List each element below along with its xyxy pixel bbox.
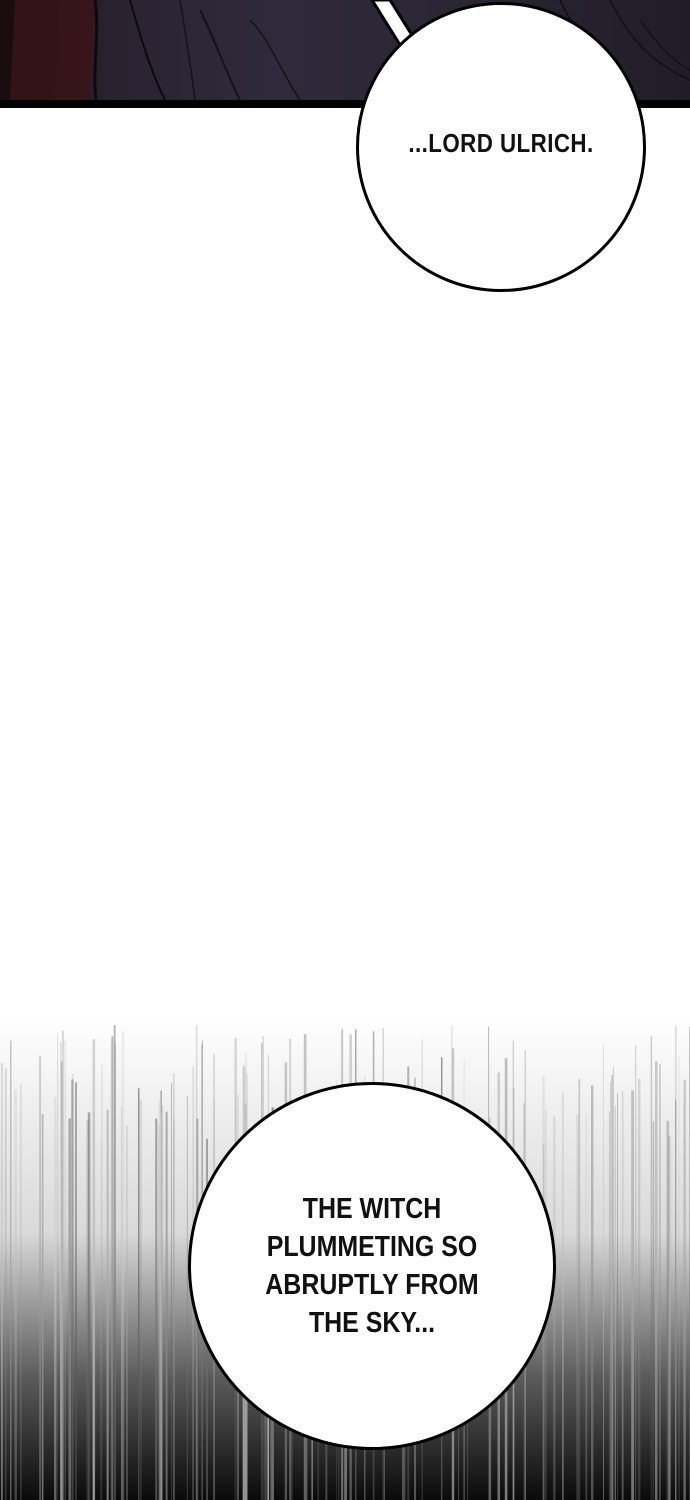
speech-line-3: ABRUPTLY FROM [265, 1269, 479, 1301]
speed-line [4, 1068, 7, 1500]
speed-line [162, 1105, 164, 1500]
speed-line [655, 1061, 658, 1500]
speed-line [585, 1115, 588, 1500]
speed-line [64, 1041, 66, 1500]
speed-line [20, 1084, 22, 1500]
speed-line [140, 1099, 142, 1500]
speed-line [155, 1118, 158, 1500]
speed-line [138, 1088, 140, 1500]
speed-line [603, 1045, 604, 1500]
speed-line [54, 1097, 57, 1500]
speed-line [114, 1042, 116, 1500]
speed-line [165, 1111, 168, 1500]
speed-line [614, 1105, 616, 1500]
speed-line [106, 1109, 109, 1500]
speed-line [562, 1092, 564, 1500]
comic-page: ...LORD ULRICH. THE WITCH PLUMMETING SO … [0, 0, 690, 1500]
speed-line [678, 1056, 680, 1500]
speed-line [87, 1112, 91, 1500]
speed-line [631, 1090, 634, 1500]
speed-line [635, 1045, 637, 1500]
speed-line [610, 1081, 612, 1500]
speech-line-1: THE WITCH [302, 1193, 442, 1225]
speed-line [659, 1064, 661, 1500]
speed-line [14, 1089, 17, 1500]
speed-line [57, 1033, 59, 1500]
speed-line [675, 1025, 677, 1500]
speed-line [683, 1104, 685, 1500]
speed-line [60, 1061, 63, 1500]
speed-line [100, 1141, 102, 1500]
speed-line [171, 1083, 172, 1500]
speed-line [637, 1079, 641, 1500]
speed-line [41, 1114, 44, 1500]
speed-line [621, 1091, 624, 1500]
speed-line [666, 1120, 670, 1500]
speed-line [617, 1093, 618, 1500]
speed-line [650, 1035, 653, 1500]
speed-line [71, 1079, 74, 1500]
speed-line [173, 1118, 175, 1500]
speed-line [126, 1125, 128, 1500]
speed-line [608, 1111, 610, 1500]
speech-text-top: ...LORD ULRICH. [408, 128, 594, 158]
speed-line [110, 1041, 113, 1500]
speed-line [1, 1062, 3, 1500]
speed-line [68, 1118, 71, 1500]
speed-line [158, 1100, 162, 1500]
speed-line [121, 1105, 123, 1500]
speed-line [591, 1085, 594, 1500]
speed-line [75, 1082, 77, 1500]
speed-line [101, 1064, 103, 1500]
speed-line [576, 1114, 579, 1500]
speed-line [578, 1079, 581, 1500]
speed-line [652, 1121, 655, 1500]
speed-line [10, 1040, 12, 1500]
speed-line [92, 1039, 96, 1500]
speech-line-4: THE SKY... [308, 1307, 436, 1339]
speed-line [612, 1066, 614, 1500]
speech-line-2: PLUMMETING SO [266, 1231, 478, 1263]
speed-line [39, 1055, 41, 1500]
speed-line [611, 1074, 613, 1500]
speech-text-bottom: THE WITCH PLUMMETING SO ABRUPTLY FROM TH… [188, 1190, 556, 1342]
